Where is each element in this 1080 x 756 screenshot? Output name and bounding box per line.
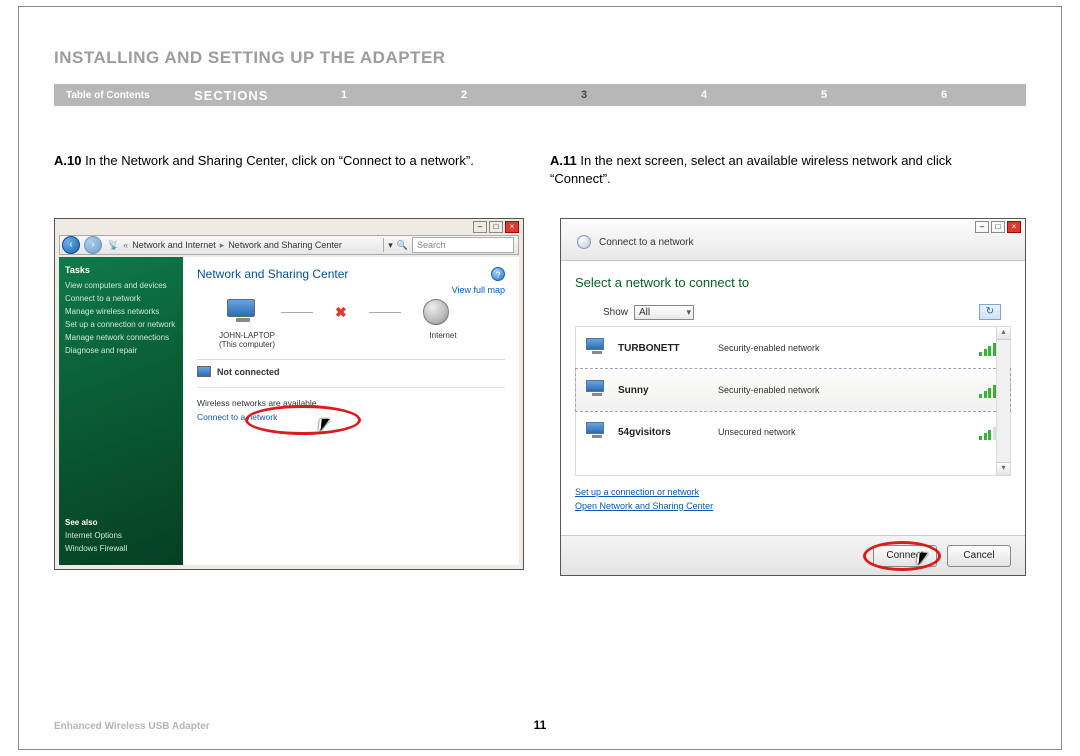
- computer-icon: [227, 299, 259, 325]
- network-row-selected[interactable]: Sunny Security-enabled network: [576, 369, 1010, 411]
- content-title: Network and Sharing Center: [197, 267, 505, 281]
- network-security: Security-enabled network: [718, 385, 969, 395]
- connection-status: Not connected: [197, 366, 505, 377]
- step-a10: A.10 In the Network and Sharing Center, …: [54, 152, 494, 170]
- internet-label: Internet: [415, 331, 471, 349]
- maximize-button[interactable]: □: [991, 221, 1005, 233]
- computer-name: JOHN-LAPTOP: [219, 331, 275, 340]
- network-security: Unsecured network: [718, 427, 969, 437]
- nav-section-1[interactable]: 1: [284, 89, 404, 101]
- minimize-button[interactable]: –: [975, 221, 989, 233]
- close-button[interactable]: ×: [1007, 221, 1021, 233]
- scroll-up-button[interactable]: ▴: [997, 327, 1010, 340]
- address-bar: ‹ › 📡 « Network and Internet ▸ Network a…: [59, 235, 519, 255]
- task-link[interactable]: Manage network connections: [65, 333, 177, 342]
- step-a11: A.11 In the next screen, select an avail…: [550, 152, 990, 188]
- network-name: TURBONETT: [618, 343, 708, 354]
- task-link[interactable]: Set up a connection or network: [65, 320, 177, 329]
- see-also-link[interactable]: Internet Options: [65, 531, 127, 540]
- dialog-body: Select a network to connect to Show All …: [561, 261, 1025, 535]
- internet-icon: [423, 299, 449, 325]
- breadcrumb-item[interactable]: Network and Internet: [132, 240, 216, 250]
- dialog-footer: Connect Cancel: [561, 535, 1025, 575]
- see-also-header: See also: [65, 518, 127, 527]
- disconnected-icon: ✖: [335, 304, 347, 321]
- task-link[interactable]: Connect to a network: [65, 294, 177, 303]
- scrollbar[interactable]: ▴ ▾: [996, 327, 1010, 475]
- window-controls: – □ ×: [473, 221, 519, 233]
- bottom-links: Set up a connection or network Open Netw…: [575, 486, 1011, 513]
- computer-sub: (This computer): [219, 340, 275, 349]
- nav-section-2[interactable]: 2: [404, 89, 524, 101]
- maximize-button[interactable]: □: [489, 221, 503, 233]
- breadcrumb[interactable]: 📡 « Network and Internet ▸ Network and S…: [104, 240, 379, 251]
- nav-section-4[interactable]: 4: [644, 89, 764, 101]
- computer-small-icon: [197, 366, 211, 377]
- breadcrumb-item[interactable]: Network and Sharing Center: [228, 240, 342, 250]
- setup-connection-link[interactable]: Set up a connection or network: [575, 486, 1011, 500]
- sections-nav: Table of Contents SECTIONS 1 2 3 4 5 6: [54, 84, 1026, 106]
- network-name: 54gvisitors: [618, 427, 708, 438]
- network-list: TURBONETT Security-enabled network Sunny…: [575, 326, 1011, 476]
- network-row[interactable]: TURBONETT Security-enabled network: [576, 327, 1010, 369]
- network-icon: [586, 422, 608, 442]
- step-number: A.10: [54, 153, 81, 168]
- nav-back-button[interactable]: ‹: [62, 236, 80, 254]
- cancel-button[interactable]: Cancel: [947, 545, 1011, 567]
- dialog-prompt: Select a network to connect to: [575, 275, 1011, 290]
- network-row[interactable]: 54gvisitors Unsecured network: [576, 411, 1010, 453]
- refresh-button[interactable]: ↻: [979, 304, 1001, 320]
- cursor-icon: [916, 553, 927, 567]
- search-input[interactable]: Search: [412, 237, 514, 253]
- screenshot-network-sharing-center: – □ × ‹ › 📡 « Network and Internet ▸ Net…: [54, 218, 524, 570]
- screenshot-connect-to-network: – □ × Connect to a network Select a netw…: [560, 218, 1026, 576]
- footer-product-name: Enhanced Wireless USB Adapter: [54, 721, 210, 732]
- view-full-map-link[interactable]: View full map: [452, 285, 505, 295]
- dialog-header: – □ × Connect to a network: [561, 219, 1025, 261]
- show-filter-dropdown[interactable]: All: [634, 305, 694, 320]
- task-link[interactable]: View computers and devices: [65, 281, 177, 290]
- tasks-header: Tasks: [65, 265, 177, 275]
- task-link[interactable]: Diagnose and repair: [65, 346, 177, 355]
- network-icon: [586, 380, 608, 400]
- step-number: A.11: [550, 153, 577, 168]
- nav-section-3[interactable]: 3: [524, 89, 644, 101]
- content-pane: Network and Sharing Center ? View full m…: [183, 257, 519, 565]
- step-text: In the next screen, select an available …: [550, 153, 952, 186]
- nav-sections-label: SECTIONS: [194, 88, 284, 103]
- minimize-button[interactable]: –: [473, 221, 487, 233]
- nav-toc-link[interactable]: Table of Contents: [54, 90, 194, 101]
- network-name: Sunny: [618, 385, 708, 396]
- scroll-down-button[interactable]: ▾: [997, 462, 1010, 475]
- network-icon: [577, 235, 591, 249]
- status-text: Not connected: [217, 367, 280, 377]
- network-security: Security-enabled network: [718, 343, 969, 353]
- nav-section-6[interactable]: 6: [884, 89, 1004, 101]
- tasks-pane: Tasks View computers and devices Connect…: [59, 257, 183, 565]
- cursor-icon: [318, 419, 329, 433]
- diagram-labels: JOHN-LAPTOP (This computer) Internet: [219, 331, 505, 349]
- section-heading: INSTALLING AND SETTING UP THE ADAPTER: [54, 48, 446, 68]
- footer-page-number: 11: [534, 718, 547, 732]
- wireless-available-msg: Wireless networks are available.: [197, 398, 505, 410]
- close-button[interactable]: ×: [505, 221, 519, 233]
- nav-section-5[interactable]: 5: [764, 89, 884, 101]
- nav-forward-button[interactable]: ›: [84, 236, 102, 254]
- dialog-title: Connect to a network: [599, 237, 694, 248]
- step-text: In the Network and Sharing Center, click…: [81, 153, 473, 168]
- connect-to-network-link[interactable]: Connect to a network: [197, 412, 277, 422]
- open-nsc-link[interactable]: Open Network and Sharing Center: [575, 500, 1011, 514]
- show-label: Show: [603, 307, 628, 318]
- task-link[interactable]: Manage wireless networks: [65, 307, 177, 316]
- network-diagram: ✖: [227, 299, 505, 325]
- network-icon: [586, 338, 608, 358]
- see-also-link[interactable]: Windows Firewall: [65, 544, 127, 553]
- help-icon[interactable]: ?: [491, 267, 505, 281]
- see-also: See also Internet Options Windows Firewa…: [65, 518, 127, 557]
